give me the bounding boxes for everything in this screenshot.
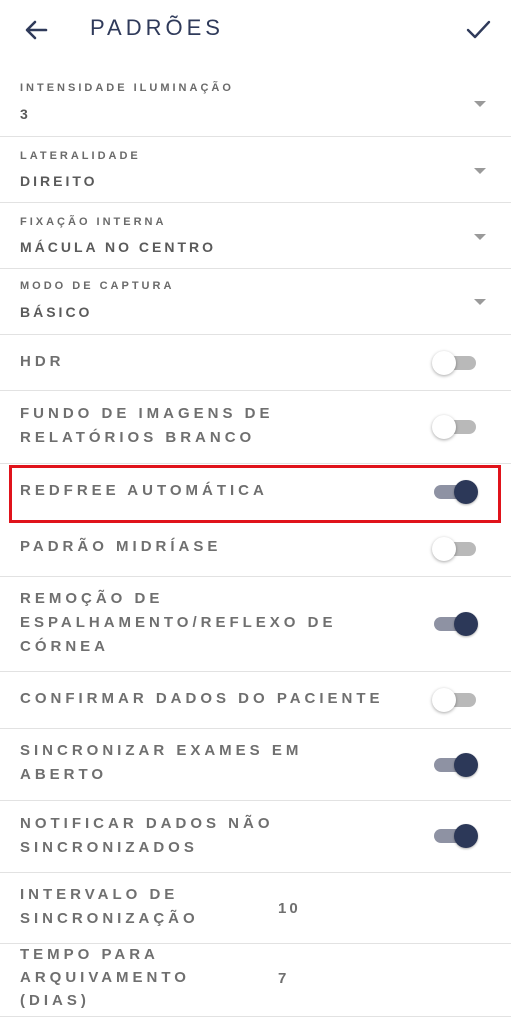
dropdown-value: DIREITO — [20, 173, 98, 189]
arrow-left-icon — [25, 20, 48, 40]
app-header: PADRÕES — [0, 0, 511, 62]
caret-down-icon[interactable] — [474, 234, 486, 240]
caret-down-icon[interactable] — [474, 299, 486, 305]
setting-tempo-arquivamento: TEMPO PARA ARQUIVAMENTO (DIAS) 7 — [0, 943, 511, 1017]
dropdown-lateralidade[interactable]: LATERALIDADE DIREITO — [0, 136, 511, 203]
dropdown-value: MÁCULA NO CENTRO — [20, 239, 217, 255]
dropdown-label: LATERALIDADE — [20, 150, 141, 162]
dropdown-intensidade[interactable]: INTENSIDADE ILUMINAÇÃO 3 — [0, 70, 511, 137]
toggle-switch[interactable] — [432, 687, 478, 713]
setting-fundo-branco: FUNDO DE IMAGENS DE RELATÓRIOS BRANCO — [0, 390, 511, 464]
dropdown-value: 3 — [20, 106, 31, 122]
setting-label-line: SINCRONIZAR EXAMES EM — [20, 742, 303, 759]
toggle-switch[interactable] — [432, 350, 478, 376]
dropdown-fixacao[interactable]: FIXAÇÃO INTERNA MÁCULA NO CENTRO — [0, 202, 511, 269]
setting-label-line: INTERVALO DE — [20, 886, 179, 903]
setting-midriase: PADRÃO MIDRÍASE — [0, 523, 511, 577]
check-icon — [466, 20, 491, 39]
setting-label-line: CÓRNEA — [20, 638, 110, 655]
toggle-switch[interactable] — [432, 414, 478, 440]
setting-remocao-espalhamento: REMOÇÃO DE ESPALHAMENTO/REFLEXO DE CÓRNE… — [0, 576, 511, 672]
back-button[interactable] — [20, 14, 52, 46]
dropdown-label: MODO DE CAPTURA — [20, 280, 175, 292]
archive-days-field[interactable]: 7 — [278, 970, 289, 987]
dropdown-value: BÁSICO — [20, 304, 93, 320]
setting-label: HDR — [20, 353, 65, 370]
setting-label-line: SINCRONIZAÇÃO — [20, 910, 199, 927]
setting-label-line: TEMPO PARA — [20, 946, 159, 963]
setting-label-line: RELATÓRIOS BRANCO — [20, 429, 256, 446]
caret-down-icon[interactable] — [474, 168, 486, 174]
dropdown-label: INTENSIDADE ILUMINAÇÃO — [20, 82, 234, 94]
setting-label: PADRÃO MIDRÍASE — [20, 538, 222, 555]
setting-label-line: REMOÇÃO DE — [20, 590, 164, 607]
setting-label-line: NOTIFICAR DADOS NÃO — [20, 815, 274, 832]
highlight-box — [9, 465, 501, 523]
toggle-switch[interactable] — [432, 611, 478, 637]
toggle-switch[interactable] — [432, 752, 478, 778]
interval-value-field[interactable]: 10 — [278, 900, 301, 917]
setting-label-line: (DIAS) — [20, 992, 90, 1009]
setting-label-line: ARQUIVAMENTO — [20, 969, 190, 986]
setting-confirmar-dados: CONFIRMAR DADOS DO PACIENTE — [0, 671, 511, 729]
setting-label-line: SINCRONIZADOS — [20, 839, 198, 856]
setting-label-line: ABERTO — [20, 766, 108, 783]
setting-label: CONFIRMAR DADOS DO PACIENTE — [20, 690, 384, 707]
setting-hdr: HDR — [0, 334, 511, 391]
setting-intervalo-sincronizacao: INTERVALO DE SINCRONIZAÇÃO 10 — [0, 872, 511, 944]
setting-label-line: FUNDO DE IMAGENS DE — [20, 405, 274, 422]
toggle-switch[interactable] — [432, 536, 478, 562]
toggle-switch[interactable] — [432, 823, 478, 849]
caret-down-icon[interactable] — [474, 101, 486, 107]
dropdown-modo-captura[interactable]: MODO DE CAPTURA BÁSICO — [0, 268, 511, 335]
setting-sincronizar-exames: SINCRONIZAR EXAMES EM ABERTO — [0, 728, 511, 801]
setting-label-line: ESPALHAMENTO/REFLEXO DE — [20, 614, 337, 631]
page-title: PADRÕES — [90, 15, 224, 40]
dropdown-label: FIXAÇÃO INTERNA — [20, 216, 167, 228]
confirm-button[interactable] — [463, 14, 493, 44]
setting-notificar-dados: NOTIFICAR DADOS NÃO SINCRONIZADOS — [0, 800, 511, 873]
